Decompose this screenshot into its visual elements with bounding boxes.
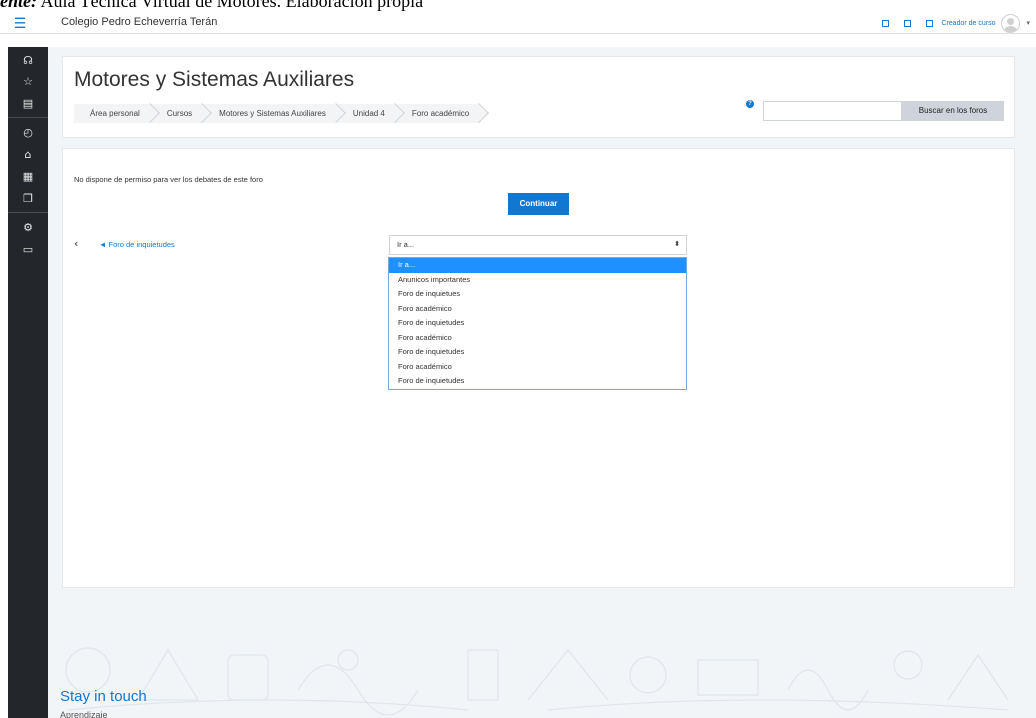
grid-icon[interactable]: [926, 19, 934, 27]
sidebar-divider: [8, 212, 48, 213]
help-icon[interactable]: ?: [746, 100, 754, 108]
dropdown-option[interactable]: Foro académico: [389, 302, 686, 317]
page-header: Motores y Sistemas Auxiliares Área perso…: [62, 56, 1015, 138]
jump-to-dropdown-list: Ir a... Anunicos importantes Foro de inq…: [388, 257, 687, 390]
forum-search-button[interactable]: Buscar en los foros: [902, 101, 1004, 121]
dropdown-option[interactable]: Foro académico: [389, 331, 686, 346]
sidebar-icon[interactable]: ☆: [8, 73, 48, 91]
jump-to-select[interactable]: Ir a... ⬍: [389, 235, 687, 255]
sidebar-icon[interactable]: ▦: [8, 168, 48, 186]
caption-text: Aula Técnica Virtual de Motores. Elabora…: [36, 0, 424, 11]
previous-activity-link[interactable]: ◄ Foro de inquietudes: [99, 240, 175, 249]
sidebar-icon[interactable]: ◴: [8, 124, 48, 142]
avatar[interactable]: [1001, 13, 1021, 33]
breadcrumb: Área personal Cursos Motores y Sistemas …: [74, 104, 482, 123]
dropdown-option[interactable]: Foro académico: [389, 360, 686, 375]
sidebar-icon[interactable]: ❐: [8, 190, 48, 208]
notifications-icon[interactable]: [882, 19, 890, 27]
breadcrumb-item[interactable]: Motores y Sistemas Auxiliares: [204, 104, 338, 123]
user-menu-caret-icon[interactable]: ▾: [1026, 19, 1030, 27]
sidebar-divider: [8, 117, 48, 118]
dropdown-option[interactable]: Foro de inquietudes: [389, 316, 686, 331]
dropdown-option[interactable]: Anunicos importantes: [389, 273, 686, 288]
dropdown-option[interactable]: Ir a...: [389, 258, 686, 273]
top-navbar: ☰ Colegio Pedro Echeverría Terán Creador…: [0, 12, 1036, 34]
sidebar-icon[interactable]: ▭: [8, 241, 48, 259]
footer-decoration: [65, 647, 1009, 716]
select-caret-icon: ⬍: [674, 241, 680, 248]
hamburger-menu-icon[interactable]: ☰: [10, 14, 30, 32]
jump-to-selected-value: Ir a...: [397, 240, 415, 249]
sidebar: ☊ ☆ ▤ ◴ ⌂ ▦ ❐ ⚙ ▭: [8, 47, 48, 718]
sidebar-icon[interactable]: ⌂: [8, 146, 48, 164]
sidebar-icon[interactable]: ☊: [8, 52, 48, 70]
dropdown-option[interactable]: Foro de inquietues: [389, 287, 686, 302]
footer-title: Stay in touch: [60, 688, 147, 705]
site-name[interactable]: Colegio Pedro Echeverría Terán: [61, 16, 217, 28]
messages-icon[interactable]: [904, 19, 912, 27]
dropdown-option[interactable]: Foro de inquietudes: [389, 345, 686, 360]
continue-button[interactable]: Continuar: [508, 193, 569, 215]
dropdown-option[interactable]: Foro de inquietudes: [389, 374, 686, 389]
permission-message: No dispone de permiso para ver los debat…: [74, 175, 263, 184]
breadcrumb-item[interactable]: Cursos: [151, 104, 205, 123]
breadcrumb-item[interactable]: Foro académico: [396, 104, 482, 123]
page-title: Motores y Sistemas Auxiliares: [74, 68, 355, 91]
user-nav: Creador de curso ▾: [882, 13, 1030, 33]
breadcrumb-item[interactable]: Área personal: [74, 104, 152, 123]
caption-prefix: ente:: [0, 0, 37, 11]
figure-caption: ente: Aula Técnica Virtual de Motores. E…: [0, 0, 423, 12]
footer-subtitle: Aprendizaje: [60, 710, 108, 718]
sidebar-icon[interactable]: ⚙: [8, 219, 48, 237]
forum-search-input[interactable]: [763, 101, 902, 121]
chevron-left-icon[interactable]: ‹: [74, 238, 78, 249]
breadcrumb-item[interactable]: Unidad 4: [337, 104, 397, 123]
sidebar-icon[interactable]: ▤: [8, 95, 48, 113]
user-role[interactable]: Creador de curso: [941, 20, 995, 27]
